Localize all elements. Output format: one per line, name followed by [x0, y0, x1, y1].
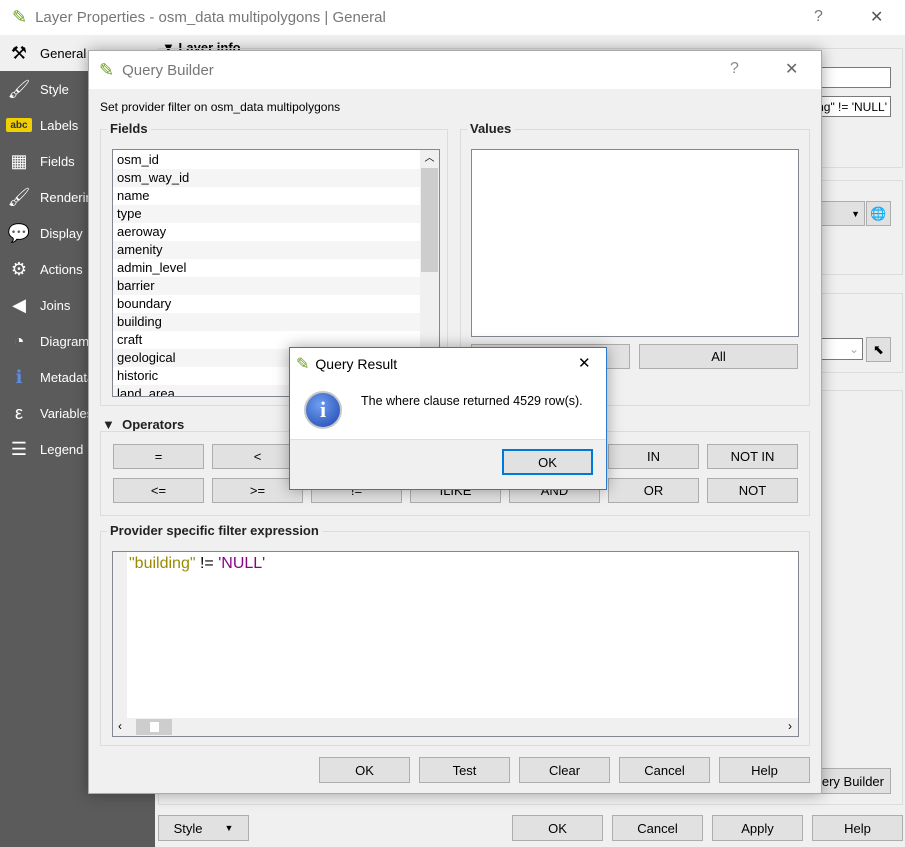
operator-button[interactable]: NOT: [707, 478, 798, 503]
sidebar-item-label: Legend: [40, 441, 84, 457]
speech-bubble-icon: 💬: [7, 222, 31, 243]
field-item[interactable]: boundary: [113, 295, 439, 313]
result-ok-button[interactable]: OK: [502, 449, 593, 475]
qb-help-button[interactable]: Help: [719, 757, 810, 783]
scale-select-button[interactable]: ⬉: [866, 337, 891, 362]
gear-icon: ⚙: [10, 258, 28, 279]
close-button[interactable]: ✕: [578, 354, 591, 372]
crs-select-button[interactable]: 🌐: [866, 201, 891, 226]
table-icon: ▦: [10, 150, 28, 171]
sidebar-item-label: General: [40, 45, 87, 61]
close-button[interactable]: ✕: [785, 59, 798, 79]
info-icon: i: [304, 391, 342, 429]
dialog-subtitle: Set provider filter on osm_data multipol…: [100, 100, 341, 114]
sidebar-item-label: Joins: [40, 297, 71, 313]
editor-gutter: [113, 552, 127, 736]
operator-button[interactable]: <=: [113, 478, 204, 503]
qgis-logo-icon: ✎: [99, 59, 115, 80]
sidebar-item-label: Metadata: [40, 369, 95, 385]
query-builder-titlebar: ✎ Query Builder ? ✕: [89, 51, 821, 89]
main-apply-button[interactable]: Apply: [712, 815, 803, 841]
field-item[interactable]: barrier: [113, 277, 439, 295]
legend-icon: ☰: [10, 438, 28, 459]
sidebar-item-label: Style: [40, 81, 69, 97]
expression-label: Provider specific filter expression: [107, 523, 322, 538]
values-label: Values: [467, 121, 515, 136]
cursor-icon: ⬉: [873, 341, 884, 357]
field-item[interactable]: aeroway: [113, 223, 439, 241]
main-cancel-button[interactable]: Cancel: [612, 815, 703, 841]
scroll-left-icon[interactable]: ‹: [118, 719, 122, 733]
horizontal-scrollbar[interactable]: ‹ ›: [113, 718, 798, 736]
join-icon: ◀: [12, 294, 26, 315]
globe-icon: 🌐: [870, 205, 887, 221]
layer-name-field[interactable]: [820, 67, 891, 88]
scroll-thumb[interactable]: [136, 719, 172, 735]
sidebar-item-label: Fields: [40, 153, 75, 169]
dropdown-arrow-icon: ▼: [224, 823, 234, 833]
epsilon-icon: ε: [14, 402, 24, 423]
query-result-dialog: ✎ Query Result ✕ i The where clause retu…: [289, 347, 607, 490]
query-result-titlebar: ✎ Query Result ✕: [290, 348, 606, 379]
field-item[interactable]: osm_way_id: [113, 169, 439, 187]
operator-button[interactable]: =: [113, 444, 204, 469]
qb-cancel-button[interactable]: Cancel: [619, 757, 710, 783]
scroll-thumb[interactable]: [421, 168, 438, 272]
tools-icon: ⚒: [10, 42, 28, 63]
sidebar-item-label: Variables: [40, 405, 94, 421]
field-item[interactable]: type: [113, 205, 439, 223]
qgis-logo-icon: ✎: [12, 7, 28, 27]
paintbrush-icon: 🖌: [7, 78, 31, 99]
scale-combo[interactable]: ⌄: [815, 338, 863, 360]
main-ok-button[interactable]: OK: [512, 815, 603, 841]
qb-clear-button[interactable]: Clear: [519, 757, 610, 783]
dialog-title: Query Builder: [122, 61, 214, 79]
operator-button[interactable]: IN: [608, 444, 699, 469]
crs-dropdown[interactable]: ▼: [815, 201, 865, 226]
operators-header: ▼ Operators: [102, 417, 185, 432]
sidebar-item-label: Display: [40, 225, 83, 241]
help-button[interactable]: ?: [730, 60, 739, 78]
qb-ok-button[interactable]: OK: [319, 757, 410, 783]
field-item[interactable]: amenity: [113, 241, 439, 259]
style-button[interactable]: Style ▼: [158, 815, 249, 841]
abc-label-icon: abc: [6, 118, 32, 132]
diagram-icon: ◔: [13, 330, 25, 351]
main-help-button[interactable]: Help: [812, 815, 903, 841]
all-button[interactable]: All: [639, 344, 798, 369]
operator-button[interactable]: OR: [608, 478, 699, 503]
qb-test-button[interactable]: Test: [419, 757, 510, 783]
field-item[interactable]: building: [113, 313, 439, 331]
field-item[interactable]: name: [113, 187, 439, 205]
help-button[interactable]: ?: [814, 8, 823, 26]
sidebar-item-label: Labels: [40, 117, 79, 133]
expression-editor[interactable]: "building" != 'NULL' ‹ ›: [112, 551, 799, 737]
message-area: i The where clause returned 4529 row(s).: [290, 379, 606, 440]
collapse-icon[interactable]: ▼: [102, 417, 115, 432]
close-button[interactable]: ✕: [870, 7, 883, 27]
brush-icon: 🖌: [7, 186, 31, 207]
values-list[interactable]: [471, 149, 799, 337]
field-item[interactable]: osm_id: [113, 151, 439, 169]
operator-button[interactable]: NOT IN: [707, 444, 798, 469]
result-message: The where clause returned 4529 row(s).: [361, 394, 583, 408]
qgis-logo-icon: ✎: [296, 355, 310, 373]
fields-label: Fields: [107, 121, 151, 136]
main-window-titlebar: ✎ Layer Properties - osm_data multipolyg…: [0, 0, 905, 35]
scroll-right-icon[interactable]: ›: [788, 719, 792, 733]
scroll-up-icon[interactable]: ︿: [420, 150, 439, 168]
field-item[interactable]: admin_level: [113, 259, 439, 277]
window-title: Layer Properties - osm_data multipolygon…: [35, 9, 386, 26]
info-icon: ℹ: [15, 366, 23, 387]
dialog-title: Query Result: [315, 355, 398, 372]
expression-text: "building" != 'NULL': [129, 555, 266, 572]
sidebar-item-label: Actions: [40, 261, 83, 277]
